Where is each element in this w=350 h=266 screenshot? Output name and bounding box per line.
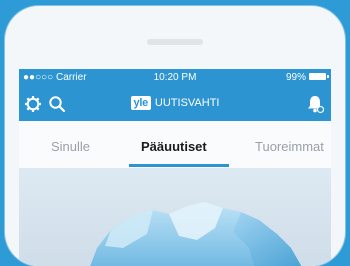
iceberg-image bbox=[90, 202, 302, 266]
yle-logo-badge: yle bbox=[130, 96, 151, 110]
tab-tuoreimmat[interactable]: Tuoreimmat bbox=[255, 139, 324, 154]
app-title: UUTISVAHTI bbox=[154, 97, 220, 109]
phone-frame: ●●○○○ Carrier 10:20 PM 99% yle UUTISVAHT… bbox=[5, 6, 345, 266]
bell-icon[interactable] bbox=[305, 94, 325, 114]
active-tab-indicator bbox=[129, 164, 229, 167]
battery-percent: 99% bbox=[285, 72, 306, 83]
news-hero-image[interactable] bbox=[19, 168, 331, 266]
app-navbar: yle UUTISVAHTI bbox=[19, 87, 331, 121]
phone-speaker bbox=[147, 39, 203, 45]
section-tabs: Sinulle Pääuutiset Tuoreimmat bbox=[19, 121, 331, 220]
battery-icon bbox=[309, 73, 329, 80]
battery-status: 99% bbox=[285, 72, 329, 83]
status-time: 10:20 PM bbox=[153, 72, 197, 83]
app-logo: yle UUTISVAHTI bbox=[19, 96, 331, 110]
app-screen: ●●○○○ Carrier 10:20 PM 99% yle UUTISVAHT… bbox=[19, 69, 331, 266]
tab-sinulle[interactable]: Sinulle bbox=[51, 139, 90, 154]
status-bar: ●●○○○ Carrier 10:20 PM 99% bbox=[19, 69, 331, 87]
tab-paauutiset[interactable]: Pääuutiset bbox=[141, 139, 207, 154]
